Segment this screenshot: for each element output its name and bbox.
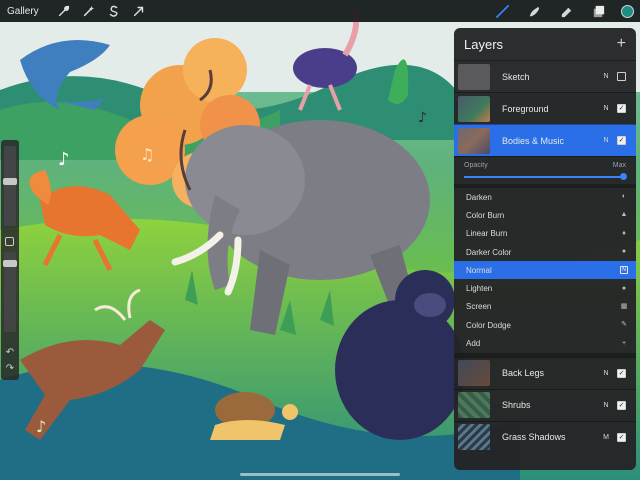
- layer-thumbnail: [458, 95, 490, 122]
- layer-row-grass-shadows[interactable]: Grass Shadows M ✓: [454, 420, 636, 453]
- layer-row-sketch[interactable]: Sketch N: [454, 60, 636, 92]
- selection-icon[interactable]: [106, 3, 122, 19]
- layers-icon[interactable]: [589, 2, 607, 20]
- layer-name: Sketch: [502, 71, 530, 82]
- opacity-fill: [464, 176, 624, 178]
- magic-wand-icon[interactable]: [81, 3, 97, 19]
- layer-thumbnail: [458, 424, 490, 451]
- blend-mode-icon: +: [621, 339, 627, 347]
- visibility-checkbox[interactable]: ✓: [617, 368, 626, 378]
- left-sidebar: ↶ ↷: [1, 140, 19, 380]
- blend-mode-lighten[interactable]: Lighten ●: [454, 279, 636, 297]
- blend-mode-label: Normal: [466, 265, 492, 275]
- layer-name: Bodies & Music: [502, 135, 565, 146]
- layer-row-foreground[interactable]: Foreground N ✓: [454, 92, 636, 124]
- layer-thumbnail: [458, 127, 490, 154]
- layer-thumbnail: [458, 360, 490, 387]
- opacity-max-label: Max: [612, 162, 626, 169]
- opacity-control: Opacity Max: [454, 156, 636, 184]
- blend-mode-icon: ▦: [620, 302, 628, 310]
- blend-mode-icon: N: [620, 266, 628, 275]
- color-picker-swatch[interactable]: [621, 4, 634, 18]
- opacity-slider[interactable]: [464, 176, 624, 178]
- wrench-icon[interactable]: [56, 3, 72, 19]
- blend-mode-icon: ◐: [621, 193, 627, 201]
- blend-mode-list: Darken ◐ Color Burn ▲ Linear Burn ♦ Darker Col…: [454, 184, 636, 353]
- blend-mode-screen[interactable]: Screen ▦: [454, 298, 636, 316]
- blend-mode-icon: ●: [621, 248, 627, 256]
- layer-name: Foreground: [502, 103, 549, 114]
- blend-mode-icon: ♦: [622, 229, 626, 237]
- blend-mode-label: Add: [466, 339, 481, 349]
- visibility-checkbox[interactable]: ✓: [617, 136, 626, 145]
- layer-thumbnail: [458, 392, 490, 419]
- visibility-checkbox[interactable]: ✓: [617, 104, 626, 113]
- home-indicator: [240, 473, 400, 476]
- brush-opacity-slider[interactable]: [3, 252, 17, 332]
- undo-icon[interactable]: ↶: [4, 348, 16, 358]
- layers-header: Layers +: [454, 28, 636, 60]
- blend-mode-label: Screen: [466, 302, 492, 312]
- visibility-checkbox[interactable]: ✓: [617, 400, 626, 410]
- bottom-layer-list: Back Legs N ✓ Shrubs N ✓ Grass Shadows M…: [454, 352, 636, 453]
- transform-arrow-icon[interactable]: [131, 3, 147, 19]
- top-layer-list: Sketch N Foreground N ✓ Bodies & Music N…: [454, 60, 636, 156]
- blend-mode-button[interactable]: N: [599, 370, 613, 377]
- top-toolbar: Gallery: [0, 0, 640, 22]
- blend-mode-button[interactable]: N: [599, 402, 613, 409]
- svg-text:♪: ♪: [36, 417, 46, 436]
- layer-name: Back Legs: [502, 368, 545, 379]
- svg-text:♫: ♫: [140, 145, 154, 164]
- layer-name: Shrubs: [502, 400, 531, 411]
- blend-mode-button[interactable]: N: [599, 137, 613, 144]
- blend-mode-label: Color Burn: [466, 210, 505, 220]
- blend-mode-darker-color[interactable]: Darker Color ●: [454, 243, 636, 261]
- brush-size-thumb[interactable]: [3, 178, 17, 185]
- blend-mode-icon: ▲: [620, 211, 628, 219]
- layers-panel: Layers + Sketch N Foreground N ✓ Bodies …: [454, 28, 636, 470]
- procreate-app: ♪ ♫ ♪ ♪ Gallery ↶ ↷ Layers + Sketch N Fo…: [0, 0, 640, 480]
- blend-mode-button[interactable]: N: [599, 73, 613, 80]
- svg-text:♪: ♪: [418, 110, 427, 126]
- visibility-checkbox[interactable]: ✓: [617, 432, 626, 442]
- blend-mode-add[interactable]: Add +: [454, 334, 636, 352]
- blend-mode-color-burn[interactable]: Color Burn ▲: [454, 206, 636, 224]
- layer-thumbnail: [458, 63, 490, 90]
- svg-text:♪: ♪: [58, 149, 70, 170]
- blend-mode-label: Lighten: [466, 284, 493, 294]
- blend-mode-button[interactable]: M: [599, 434, 613, 441]
- layer-name: Grass Shadows: [502, 432, 566, 443]
- blend-mode-button[interactable]: N: [599, 105, 613, 112]
- blend-mode-label: Darker Color: [466, 247, 512, 257]
- brush-size-slider[interactable]: [3, 146, 17, 226]
- blend-mode-darken[interactable]: Darken ◐: [454, 188, 636, 206]
- layer-row-bodies-music[interactable]: Bodies & Music N ✓: [454, 124, 636, 156]
- brush-opacity-thumb[interactable]: [3, 260, 17, 267]
- layer-row-shrubs[interactable]: Shrubs N ✓: [454, 388, 636, 421]
- blend-mode-icon: ●: [621, 284, 627, 292]
- add-layer-button[interactable]: +: [617, 36, 626, 52]
- redo-icon[interactable]: ↷: [4, 364, 16, 374]
- layers-title: Layers: [464, 36, 504, 52]
- blend-mode-label: Color Dodge: [466, 320, 511, 330]
- gallery-button[interactable]: Gallery: [7, 6, 39, 17]
- opacity-label: Opacity: [464, 162, 488, 169]
- smudge-icon[interactable]: [525, 2, 543, 20]
- blend-mode-linear-burn[interactable]: Linear Burn ♦: [454, 225, 636, 243]
- blend-mode-label: Linear Burn: [466, 229, 508, 239]
- blend-mode-icon: ✎: [621, 321, 627, 329]
- visibility-checkbox[interactable]: [617, 72, 626, 81]
- brush-icon[interactable]: [493, 2, 511, 20]
- modify-button[interactable]: [5, 237, 14, 246]
- blend-mode-color-dodge[interactable]: Color Dodge ✎: [454, 316, 636, 334]
- opacity-slider-knob[interactable]: [620, 173, 627, 180]
- layer-row-back-legs[interactable]: Back Legs N ✓: [454, 356, 636, 389]
- blend-mode-normal[interactable]: Normal N: [454, 261, 636, 280]
- blend-mode-label: Darken: [466, 192, 492, 202]
- eraser-icon[interactable]: [557, 2, 575, 20]
